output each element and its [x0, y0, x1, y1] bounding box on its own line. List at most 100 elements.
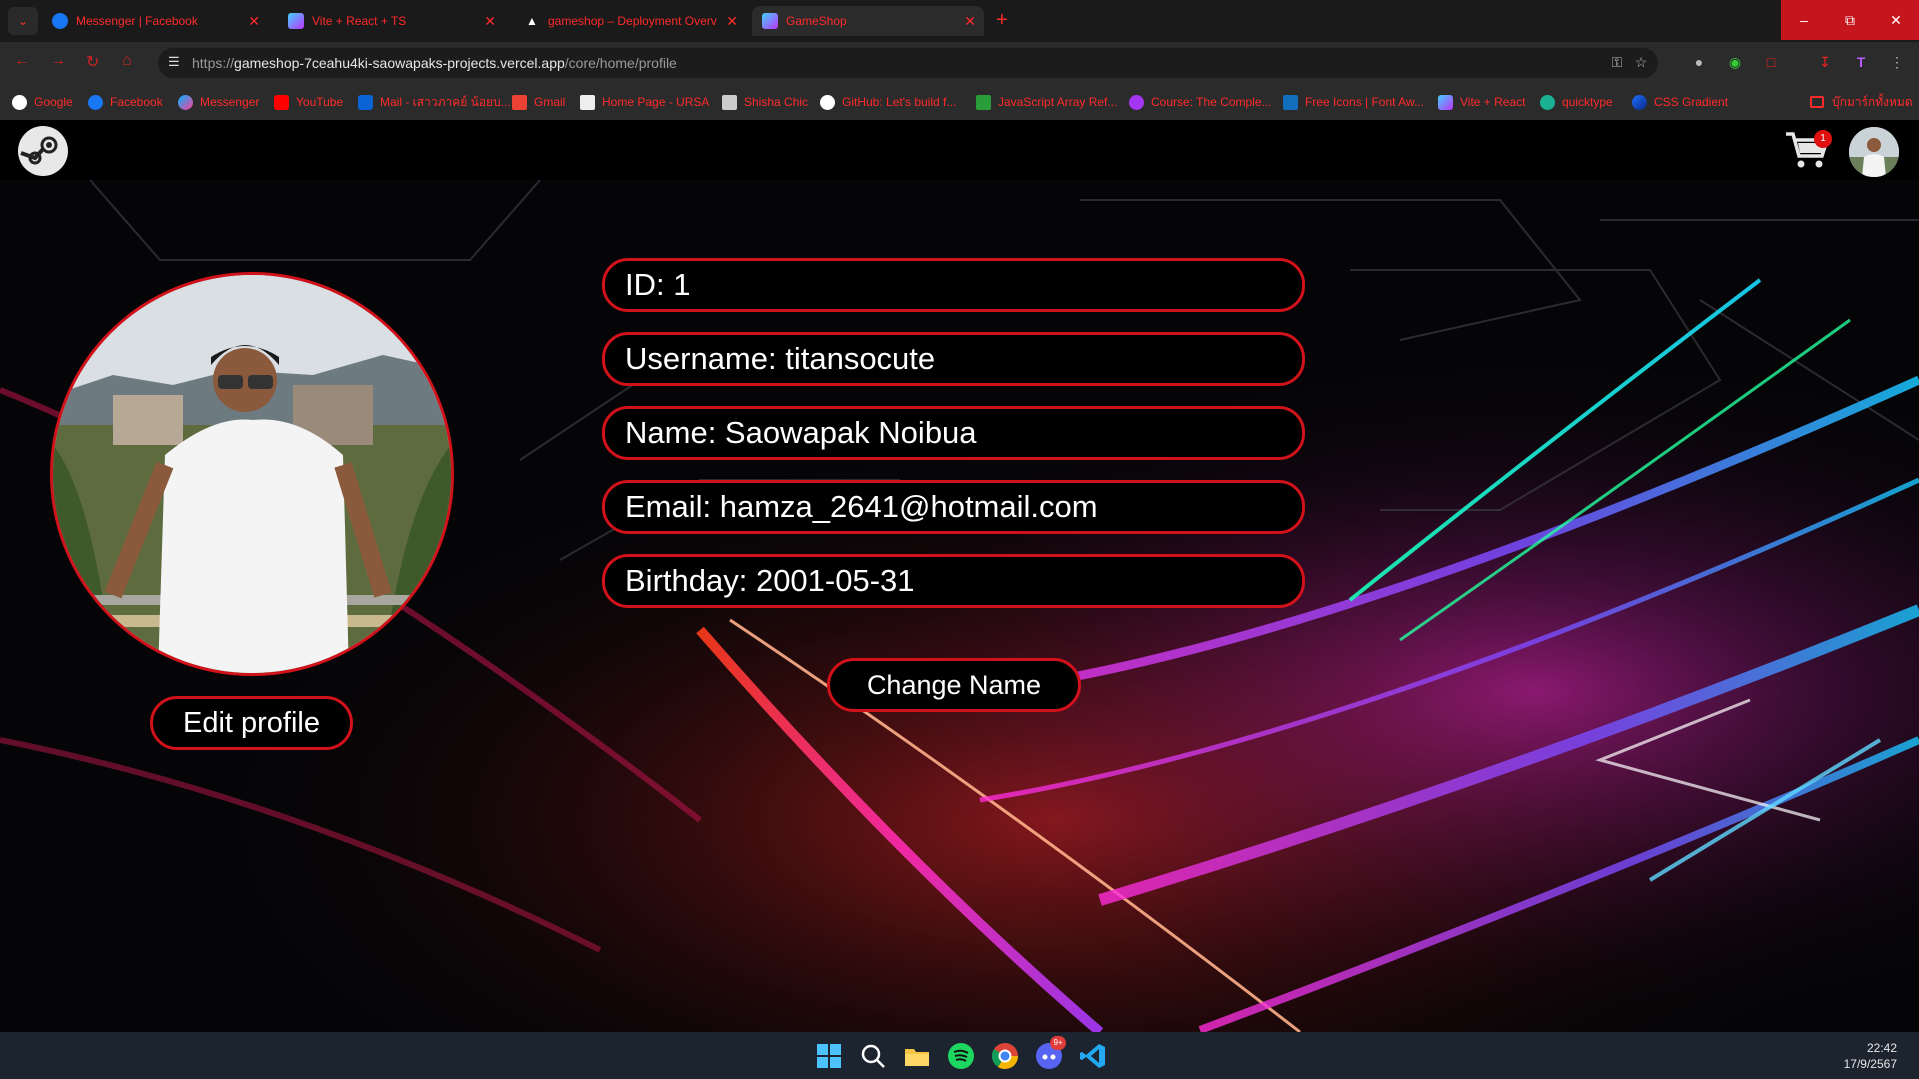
discord-notification-badge: 9+: [1050, 1036, 1066, 1050]
facebook-icon: [52, 13, 68, 29]
tab-messenger[interactable]: Messenger | Facebook ✕: [42, 6, 268, 36]
spotify-icon[interactable]: [946, 1041, 976, 1071]
close-tab-icon[interactable]: ✕: [726, 6, 738, 36]
site-info-icon[interactable]: ☰: [168, 54, 186, 72]
bookmark-item[interactable]: Course: The Comple...: [1129, 84, 1272, 120]
bookmark-star-icon[interactable]: ☆: [1632, 54, 1650, 72]
extension-icon[interactable]: ●: [1690, 54, 1708, 72]
tab-vercel-deployment[interactable]: ▲ gameshop – Deployment Overv ✕: [514, 6, 746, 36]
windows-start-icon[interactable]: [814, 1041, 844, 1071]
folder-icon: [1810, 96, 1824, 108]
extension-icon[interactable]: ◉: [1726, 54, 1744, 72]
vite-icon: [762, 13, 778, 29]
system-clock[interactable]: 22:42 17/9/2567: [1844, 1040, 1897, 1072]
cart-count-badge: 1: [1814, 130, 1832, 148]
facebook-icon: [88, 95, 103, 110]
udemy-icon: [1129, 95, 1144, 110]
w3-icon: [976, 95, 991, 110]
bookmark-label: Vite + React: [1460, 95, 1526, 109]
back-icon[interactable]: ←: [14, 52, 30, 70]
home-icon[interactable]: ⌂: [122, 52, 132, 70]
bookmark-label: JavaScript Array Ref...: [998, 95, 1118, 109]
file-explorer-icon[interactable]: [902, 1041, 932, 1071]
tab-vite-react-ts[interactable]: Vite + React + TS ✕: [278, 6, 504, 36]
url-text[interactable]: https://gameshop-7ceahu4ki-saowapaks-pro…: [192, 48, 677, 78]
chrome-icon[interactable]: [990, 1041, 1020, 1071]
bookmark-label: Messenger: [200, 95, 260, 109]
bookmark-label: CSS Gradient: [1654, 95, 1729, 109]
bookmark-label: บุ๊กมาร์กทั้งหมด: [1832, 95, 1913, 109]
steam-logo-icon[interactable]: [18, 126, 68, 176]
extensions-puzzle-icon[interactable]: □: [1762, 54, 1780, 72]
windows-taskbar: 9+ 22:42 17/9/2567: [0, 1032, 1919, 1079]
tab-title: Vite + React + TS: [312, 14, 407, 28]
messenger-icon: [178, 95, 193, 110]
forward-icon[interactable]: →: [50, 52, 66, 70]
quicktype-icon: [1540, 95, 1555, 110]
youtube-icon: [274, 95, 289, 110]
close-tab-icon[interactable]: ✕: [248, 6, 260, 36]
css-gradient-icon: [1632, 95, 1647, 110]
tab-title: Messenger | Facebook: [76, 14, 198, 28]
birthday-field: Birthday: 2001-05-31: [602, 554, 1305, 608]
page-icon: [580, 95, 595, 110]
toolbar: ← → ↻ ⌂ ☰ https://gameshop-7ceahu4ki-sao…: [0, 42, 1919, 84]
vercel-icon: ▲: [526, 14, 538, 28]
password-key-icon[interactable]: ⚿: [1608, 54, 1626, 72]
bookmark-label: Facebook: [110, 95, 163, 109]
change-name-button[interactable]: Change Name: [827, 658, 1081, 712]
user-avatar[interactable]: [1849, 127, 1899, 177]
tab-title: gameshop – Deployment Overv: [548, 14, 717, 28]
url-path: /core/home/profile: [564, 55, 677, 71]
bookmark-item[interactable]: Vite + React: [1438, 84, 1525, 120]
shisha-icon: [722, 95, 737, 110]
bookmark-label: Course: The Comple...: [1151, 95, 1272, 109]
bookmark-item[interactable]: Google: [12, 84, 73, 120]
bookmark-item[interactable]: Gmail: [512, 84, 565, 120]
vscode-icon[interactable]: [1078, 1041, 1108, 1071]
bookmark-item[interactable]: JavaScript Array Ref...: [976, 84, 1117, 120]
bookmark-label: Mail - เสาวภาคย์ น้อยบ...: [380, 95, 511, 109]
tab-search-button[interactable]: ⌄: [8, 7, 38, 35]
download-icon[interactable]: ↧: [1816, 54, 1834, 72]
bookmark-item[interactable]: Mail - เสาวภาคย์ น้อยบ...: [358, 84, 511, 120]
bookmark-item[interactable]: GitHub: Let's build f...: [820, 84, 956, 120]
vite-icon: [1438, 95, 1453, 110]
google-icon: [12, 95, 27, 110]
email-field: Email: hamza_2641@hotmail.com: [602, 480, 1305, 534]
bookmark-label: Gmail: [534, 95, 566, 109]
address-bar[interactable]: ☰ https://gameshop-7ceahu4ki-saowapaks-p…: [158, 48, 1658, 78]
outlook-icon: [358, 95, 373, 110]
bookmark-item[interactable]: YouTube: [274, 84, 343, 120]
menu-icon[interactable]: ⋮: [1888, 54, 1906, 72]
tab-strip: ⌄ Messenger | Facebook ✕ Vite + React + …: [0, 0, 1919, 42]
bookmark-item[interactable]: quicktype: [1540, 84, 1613, 120]
bookmark-label: Free Icons | Font Aw...: [1305, 95, 1424, 109]
bookmark-item[interactable]: Free Icons | Font Aw...: [1283, 84, 1424, 120]
close-tab-icon[interactable]: ✕: [484, 6, 496, 36]
url-scheme: https://: [192, 55, 235, 71]
bookmark-item[interactable]: Home Page - URSA: [580, 84, 709, 120]
profile-icon[interactable]: T: [1852, 54, 1870, 72]
all-bookmarks[interactable]: บุ๊กมาร์กทั้งหมด: [1810, 84, 1913, 120]
bookmark-item[interactable]: CSS Gradient: [1632, 84, 1728, 120]
url-host: gameshop-7ceahu4ki-saowapaks-projects.ve…: [234, 55, 565, 71]
bookmarks-bar: Google Facebook Messenger YouTube Mail -…: [0, 84, 1919, 120]
gameshop-profile-page: 1 Edit profile ID: 1 Username: titansocu…: [0, 120, 1919, 1032]
restore-button[interactable]: ⧉: [1827, 0, 1873, 40]
search-icon[interactable]: [858, 1041, 888, 1071]
close-tab-icon[interactable]: ✕: [964, 6, 976, 36]
close-window-button[interactable]: ✕: [1873, 0, 1919, 40]
clock-time: 22:42: [1866, 1041, 1897, 1055]
minimize-button[interactable]: –: [1781, 0, 1827, 40]
reload-icon[interactable]: ↻: [86, 52, 99, 72]
profile-photo: [50, 272, 454, 676]
bookmark-item[interactable]: Facebook: [88, 84, 163, 120]
new-tab-button[interactable]: +: [996, 8, 1008, 32]
vite-icon: [288, 13, 304, 29]
tab-gameshop[interactable]: GameShop ✕: [752, 6, 984, 36]
bookmark-item[interactable]: Messenger: [178, 84, 259, 120]
bookmark-label: GitHub: Let's build f...: [842, 95, 957, 109]
bookmark-item[interactable]: Shisha Chic: [722, 84, 808, 120]
edit-profile-button[interactable]: Edit profile: [150, 696, 353, 750]
